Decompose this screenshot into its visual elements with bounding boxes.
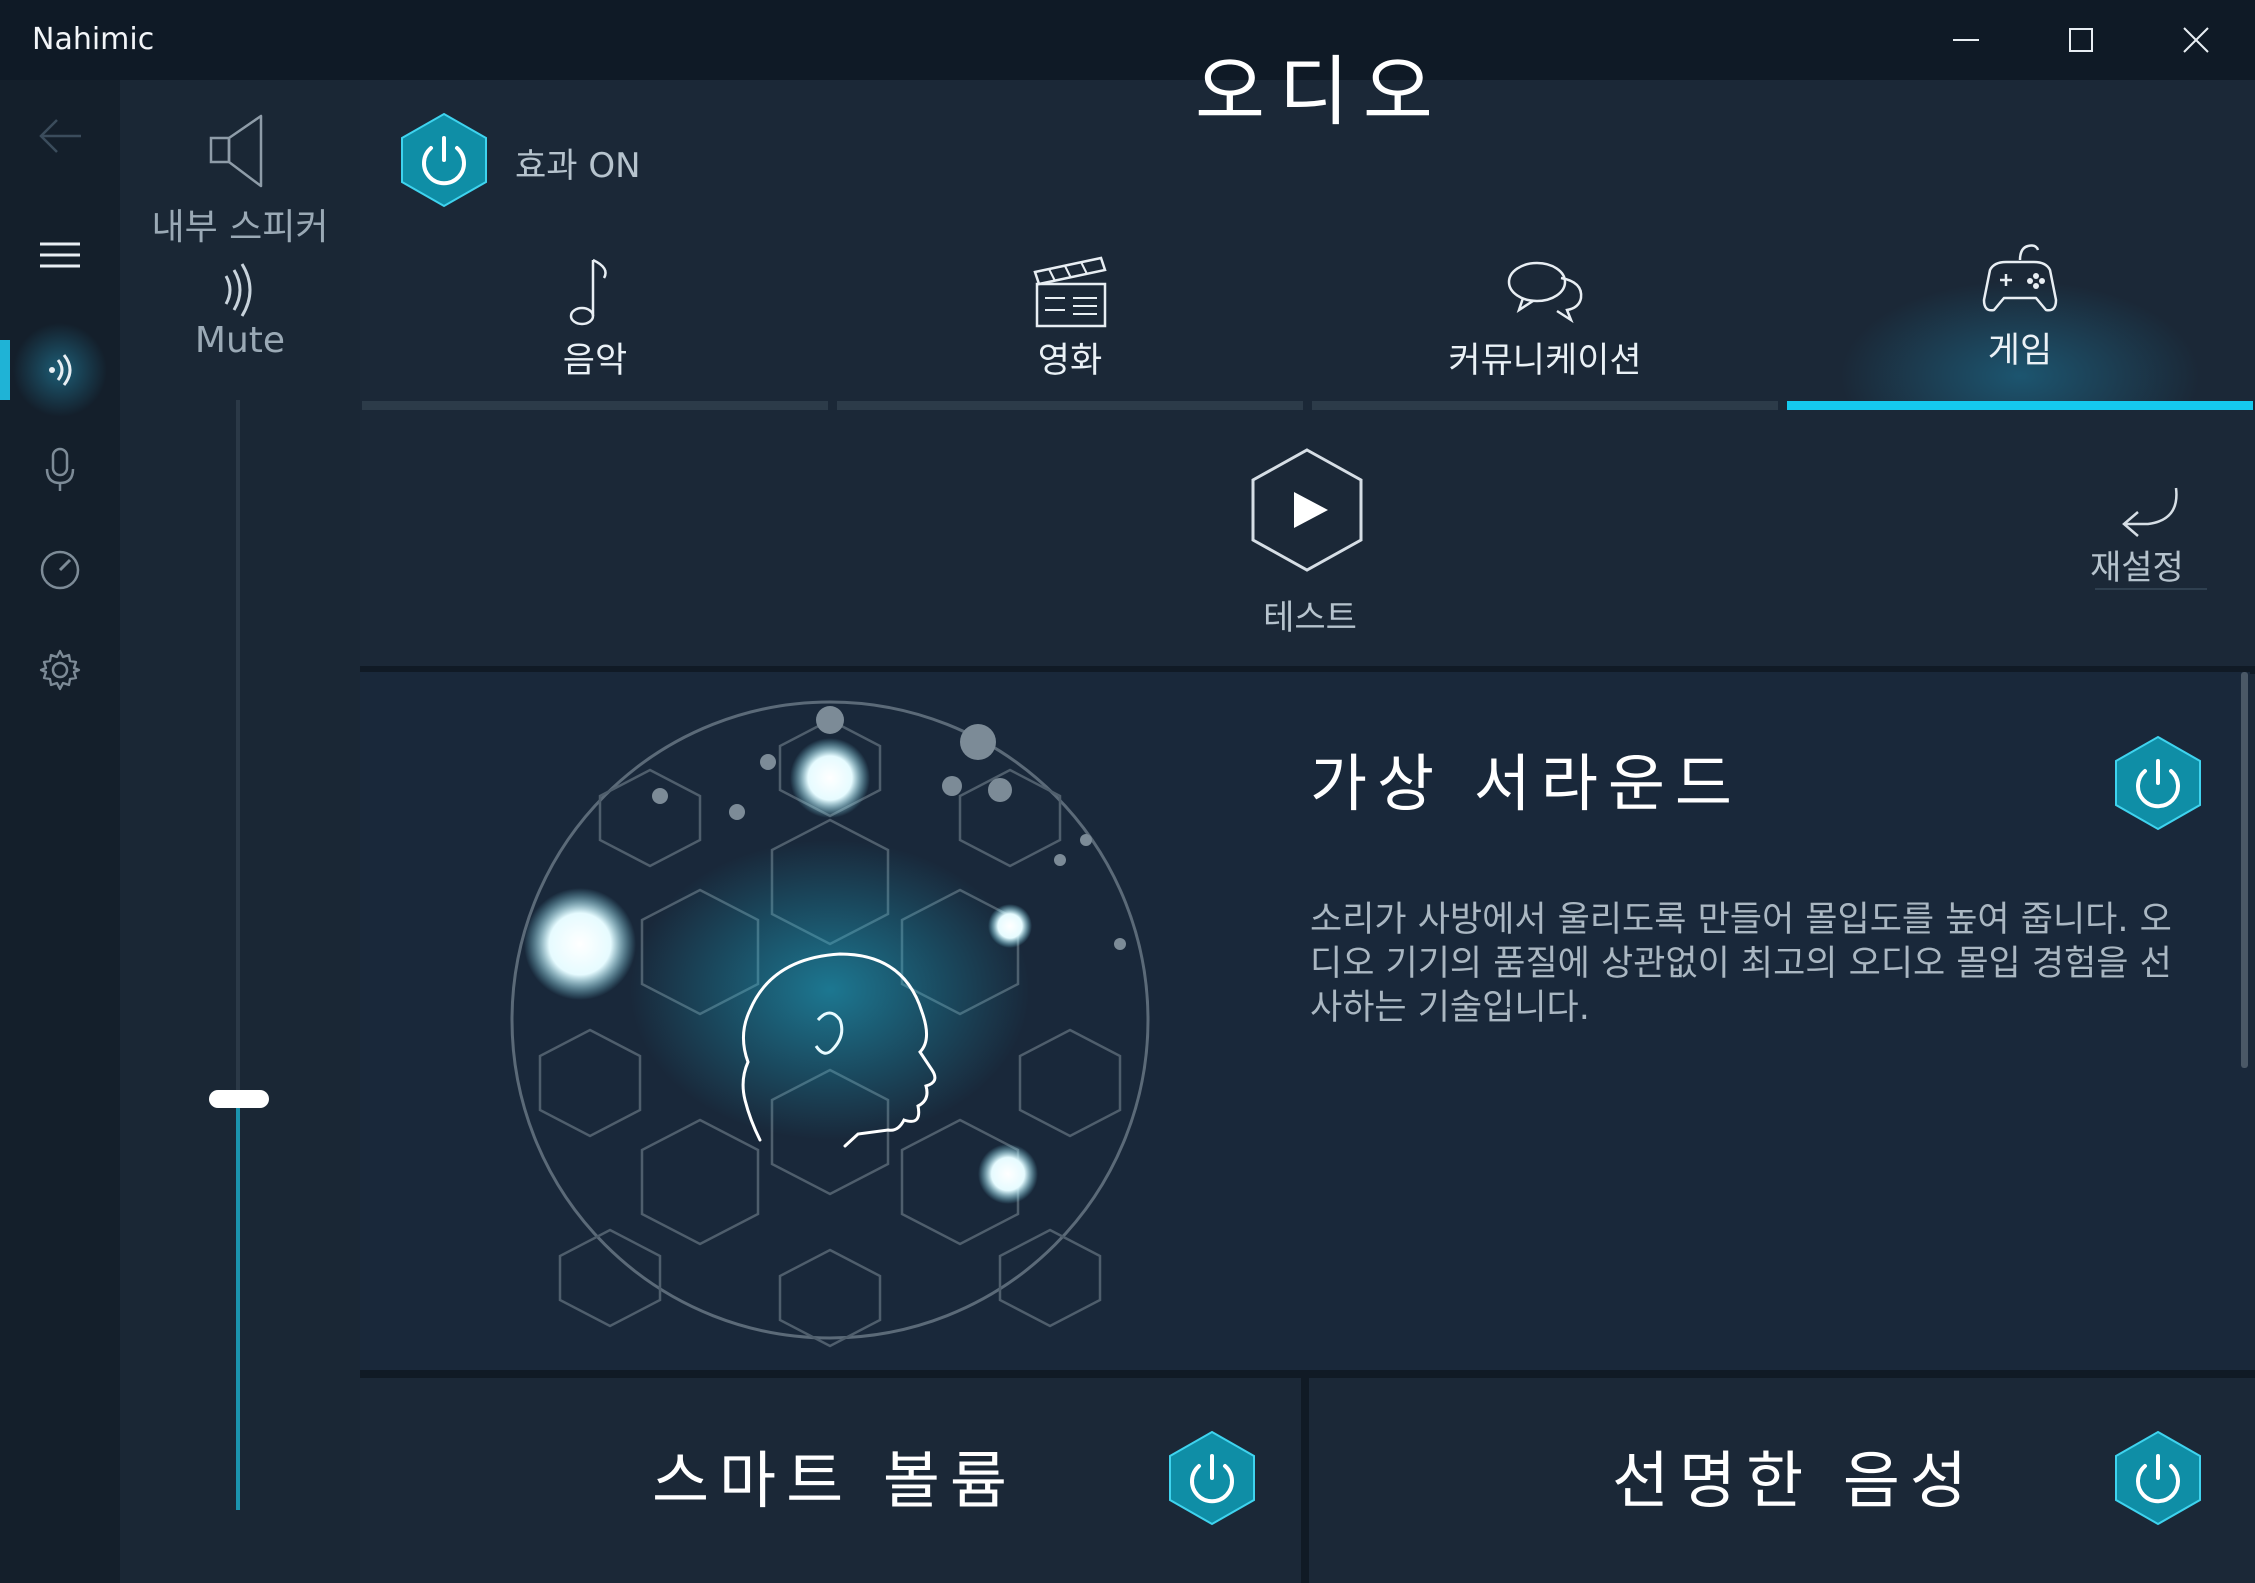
close-icon xyxy=(2182,27,2209,53)
menu-button[interactable] xyxy=(0,205,120,305)
tab-movie-label: 영화 xyxy=(1037,341,1103,381)
close-button[interactable] xyxy=(2138,0,2253,80)
virtual-surround-power-button[interactable] xyxy=(2112,733,2204,837)
mute-button[interactable] xyxy=(220,262,260,322)
scrollbar[interactable] xyxy=(2241,672,2248,1068)
tab-communication[interactable]: 커뮤니케이션 xyxy=(1312,240,1778,410)
tab-music[interactable]: 음악 xyxy=(362,240,828,410)
play-icon xyxy=(1251,448,1363,572)
reset-label[interactable]: 재설정 xyxy=(2090,540,2184,589)
volume-slider-thumb[interactable] xyxy=(209,1090,269,1109)
chat-bubbles-icon xyxy=(1507,261,1583,324)
hamburger-icon xyxy=(40,242,80,268)
test-button[interactable] xyxy=(1248,446,1366,578)
nav-item-performance[interactable] xyxy=(0,520,120,620)
voice-clarity-power-button[interactable] xyxy=(2112,1428,2204,1532)
volume-slider-fill xyxy=(236,1099,240,1510)
tab-music-underline xyxy=(362,401,828,410)
mute-label: Mute xyxy=(194,320,286,361)
back-arrow-icon xyxy=(39,119,81,153)
maximize-icon xyxy=(2068,28,2093,52)
test-label[interactable]: 테스트 xyxy=(1260,590,1360,639)
voice-clarity-title: 선명한 음성 xyxy=(1612,1444,1977,1517)
reset-underline xyxy=(2095,588,2207,590)
surround-sphere-illustration xyxy=(510,700,1150,1348)
nav-item-microphone[interactable] xyxy=(0,420,120,520)
effect-status-label: 효과 ON xyxy=(515,146,641,186)
nav-item-settings[interactable] xyxy=(0,620,120,720)
section-divider xyxy=(360,1370,2255,1378)
tab-communication-label: 커뮤니케이션 xyxy=(1448,341,1642,381)
minimize-button[interactable] xyxy=(1908,0,2023,80)
left-nav xyxy=(0,80,120,1583)
tab-game[interactable]: 게임 xyxy=(1787,240,2253,410)
power-icon xyxy=(401,112,487,208)
device-speaker-icon xyxy=(205,112,275,196)
gamepad-icon xyxy=(1982,244,2058,312)
clapperboard-icon xyxy=(1033,256,1107,328)
tab-music-label: 음악 xyxy=(562,341,628,381)
tab-movie-underline xyxy=(837,401,1303,410)
maximize-button[interactable] xyxy=(2023,0,2138,80)
speaker-waves-icon xyxy=(49,354,72,386)
tab-game-underline xyxy=(1787,401,2253,410)
minimize-icon xyxy=(1952,39,1979,41)
power-icon xyxy=(1169,1430,1255,1526)
nav-active-indicator xyxy=(0,340,10,400)
tab-movie[interactable]: 영화 xyxy=(837,240,1303,410)
back-button[interactable] xyxy=(0,86,120,186)
card-divider xyxy=(1301,1378,1309,1583)
sound-waves-icon xyxy=(224,263,252,317)
effect-power-button[interactable] xyxy=(398,110,490,214)
gear-icon xyxy=(39,649,81,691)
page-title: 오디오 xyxy=(1195,47,1447,136)
nav-item-audio[interactable] xyxy=(0,320,120,420)
virtual-surround-description: 소리가 사방에서 울리도록 만들어 몰입도를 높여 줍니다. 오디오 기기의 품… xyxy=(1310,900,2172,1028)
speaker-icon xyxy=(209,114,263,188)
power-icon xyxy=(2115,735,2201,831)
power-icon xyxy=(2115,1430,2201,1526)
smart-volume-title: 스마트 볼륨 xyxy=(652,1444,1017,1517)
tab-communication-underline xyxy=(1312,401,1778,410)
device-name: 내부 스피커 xyxy=(151,207,329,248)
tab-game-label: 게임 xyxy=(1987,331,2053,371)
smart-volume-power-button[interactable] xyxy=(1166,1428,1258,1532)
app-title: Nahimic xyxy=(32,22,155,57)
reset-button[interactable] xyxy=(2118,484,2184,544)
gauge-icon xyxy=(40,550,80,590)
music-note-icon xyxy=(569,258,607,326)
microphone-icon xyxy=(45,447,75,491)
undo-arrow-icon xyxy=(2122,487,2178,537)
virtual-surround-title: 가상 서라운드 xyxy=(1310,747,1742,820)
